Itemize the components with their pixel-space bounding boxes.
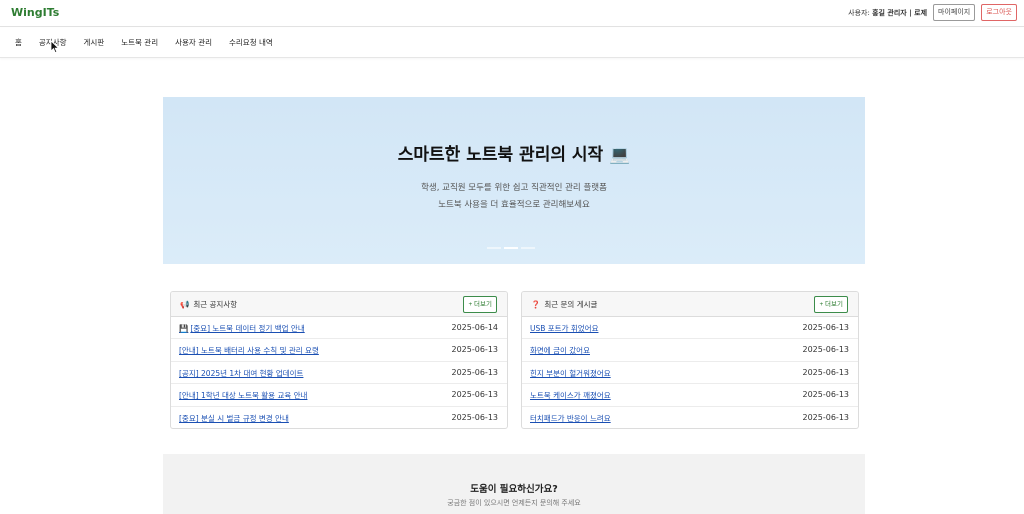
notice-date: 2025-06-13 [451, 345, 499, 355]
user-info: 사용자: 홍길 관리자 | 로제 [848, 8, 927, 18]
notice-title[interactable]: [안내] 노트북 배터리 사용 수칙 및 관리 요령 [179, 345, 319, 356]
floppy-disk-icon: 💾 [179, 324, 189, 333]
notice-title[interactable]: [공지] 2025년 1차 대여 현황 업데이트 [179, 368, 303, 379]
mypage-button[interactable]: 마이페이지 [933, 4, 976, 21]
question-date: 2025-06-13 [802, 412, 850, 422]
list-item: 화면에 금이 갔어요 2025-06-13 [522, 339, 858, 362]
question-title[interactable]: USB 포트가 휘었어요 [530, 323, 598, 334]
question-date: 2025-06-13 [802, 390, 850, 400]
card-title: 최근 문의 게시글 [544, 300, 598, 309]
carousel-dot[interactable] [521, 247, 535, 249]
notice-date: 2025-06-13 [451, 367, 499, 377]
list-item: 힌지 부분이 헐거워졌어요 2025-06-13 [522, 362, 858, 385]
hero-subtitle-line1: 학생, 교직원 모두를 위한 쉽고 직관적인 관리 플랫폼 [421, 183, 607, 193]
notice-title[interactable]: [중요] 노트북 데이터 정기 백업 안내 [190, 323, 304, 334]
question-title[interactable]: 노트북 케이스가 깨졌어요 [530, 390, 611, 401]
question-date: 2025-06-13 [802, 345, 850, 355]
list-item: [안내] 1학년 대상 노트북 활용 교육 안내 2025-06-13 [171, 384, 507, 407]
nav-item-home[interactable]: 홈 [15, 37, 22, 48]
notice-link[interactable]: 💾 [중요] 노트북 데이터 정기 백업 안내 [179, 323, 305, 334]
question-title[interactable]: 힌지 부분이 헐거워졌어요 [530, 368, 611, 379]
user-prefix: 사용자: [848, 8, 870, 17]
carousel-indicators [487, 247, 535, 249]
help-subtitle: 궁금한 점이 있으시면 언제든지 문의해 주세요 [447, 499, 581, 507]
question-title[interactable]: 터치패드가 반응이 느려요 [530, 413, 611, 424]
notice-title[interactable]: [안내] 1학년 대상 노트북 활용 교육 안내 [179, 390, 307, 401]
list-item: 터치패드가 반응이 느려요 2025-06-13 [522, 407, 858, 428]
recent-questions-card: ❓ 최근 문의 게시글 + 더보기 USB 포트가 휘었어요 2025-06-1… [521, 291, 859, 429]
hero-title: 스마트한 노트북 관리의 시작 💻 [397, 145, 631, 165]
questions-more-button[interactable]: + 더보기 [814, 296, 848, 313]
card-header: 📢 최근 공지사항 + 더보기 [171, 292, 507, 317]
mouse-cursor-icon [50, 40, 60, 54]
top-bar: WingITs 사용자: 홍길 관리자 | 로제 마이페이지 로그아웃 [0, 0, 1024, 27]
logout-button[interactable]: 로그아웃 [981, 4, 1017, 21]
logo[interactable]: WingITs [11, 6, 59, 19]
question-date: 2025-06-13 [802, 323, 850, 332]
carousel-dot[interactable] [487, 247, 501, 249]
help-section: 도움이 필요하신가요? 궁금한 점이 있으시면 언제든지 문의해 주세요 [163, 454, 865, 514]
question-date: 2025-06-13 [802, 367, 850, 377]
hero-subtitle-line2: 노트북 사용을 더 효율적으로 관리해보세요 [438, 200, 590, 210]
nav-item-board[interactable]: 게시판 [84, 37, 105, 48]
help-title: 도움이 필요하신가요? [470, 484, 558, 495]
list-item: 💾 [중요] 노트북 데이터 정기 백업 안내 2025-06-14 [171, 317, 507, 340]
user-name: 홍길 관리자 | 로제 [872, 8, 928, 17]
list-item: [안내] 노트북 배터리 사용 수칙 및 관리 요령 2025-06-13 [171, 339, 507, 362]
nav-item-laptop-management[interactable]: 노트북 관리 [121, 37, 158, 48]
nav-item-user-management[interactable]: 사용자 관리 [175, 37, 212, 48]
recent-notices-card: 📢 최근 공지사항 + 더보기 💾 [중요] 노트북 데이터 정기 백업 안내 … [170, 291, 508, 429]
megaphone-icon: 📢 [180, 300, 190, 309]
list-item: [공지] 2025년 1차 대여 현황 업데이트 2025-06-13 [171, 362, 507, 385]
hero-banner: 스마트한 노트북 관리의 시작 💻 학생, 교직원 모두를 위한 쉽고 직관적인… [163, 97, 865, 264]
card-title: 최근 공지사항 [193, 300, 238, 309]
nav-item-repair-requests[interactable]: 수리요청 내역 [229, 37, 273, 48]
question-title[interactable]: 화면에 금이 갔어요 [530, 345, 590, 356]
notice-date: 2025-06-14 [451, 323, 499, 332]
notices-more-button[interactable]: + 더보기 [463, 296, 497, 313]
list-item: [중요] 분실 시 벌금 규정 변경 안내 2025-06-13 [171, 407, 507, 428]
carousel-dot-active[interactable] [504, 247, 518, 249]
main-nav: 홈 공지사항 게시판 노트북 관리 사용자 관리 수리요청 내역 [0, 28, 1024, 58]
list-item: 노트북 케이스가 깨졌어요 2025-06-13 [522, 384, 858, 407]
notice-date: 2025-06-13 [451, 390, 499, 400]
card-header: ❓ 최근 문의 게시글 + 더보기 [522, 292, 858, 317]
list-item: USB 포트가 휘었어요 2025-06-13 [522, 317, 858, 340]
notice-date: 2025-06-13 [451, 412, 499, 422]
question-mark-icon: ❓ [531, 300, 541, 309]
notice-title[interactable]: [중요] 분실 시 벌금 규정 변경 안내 [179, 413, 289, 424]
user-area: 사용자: 홍길 관리자 | 로제 마이페이지 로그아웃 [848, 4, 1017, 21]
